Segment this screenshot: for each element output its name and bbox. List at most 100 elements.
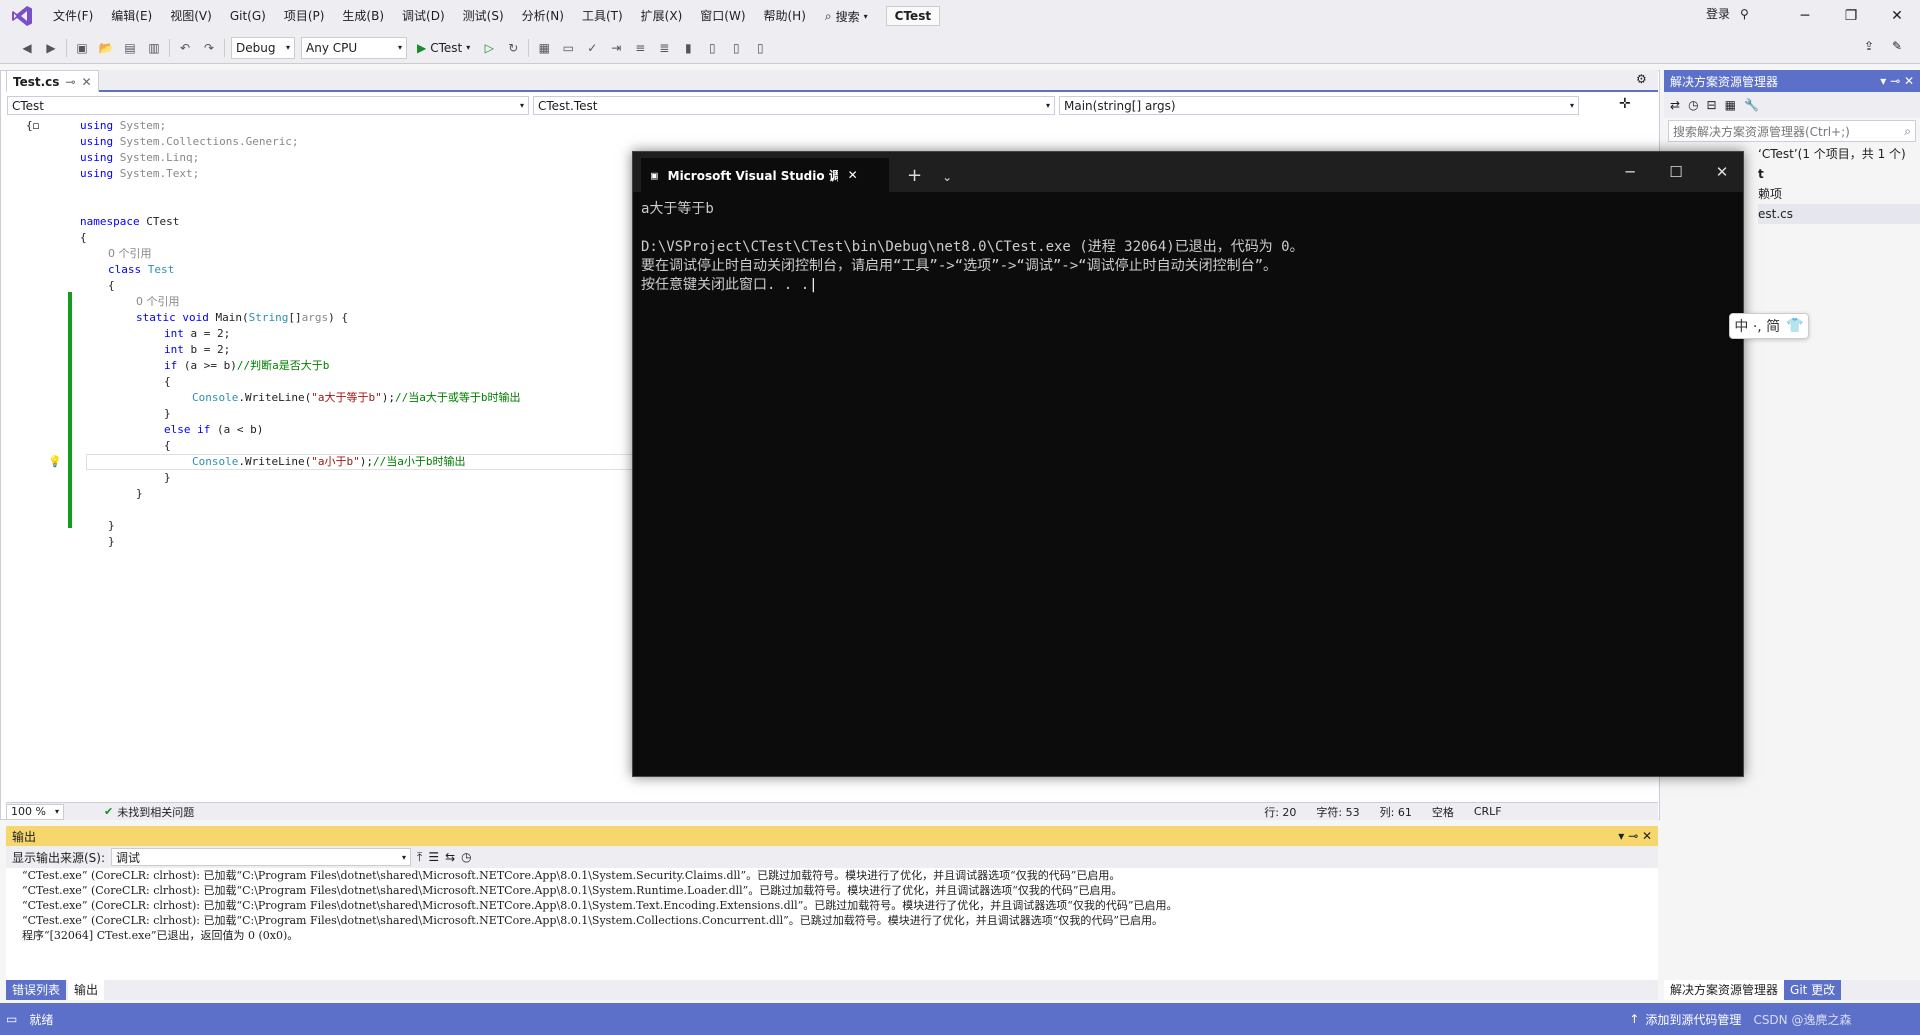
properties-icon[interactable]: 🔧 [1744, 98, 1759, 112]
new-project-icon[interactable]: ▣ [73, 39, 91, 57]
account-icon[interactable]: ⚲ [1740, 0, 1749, 32]
lightbulb-icon[interactable]: 💡 [48, 454, 62, 470]
console-maximize-button[interactable]: ☐ [1653, 152, 1699, 192]
tab-git-changes[interactable]: Git 更改 [1784, 980, 1842, 1000]
menu-item[interactable]: 项目(P) [275, 0, 334, 32]
clock-icon[interactable]: ◷ [461, 850, 471, 864]
menu-item[interactable]: 测试(S) [454, 0, 513, 32]
tab-test-cs[interactable]: Test.cs ⊸ ✕ [6, 70, 99, 92]
menu-item[interactable]: 调试(D) [393, 0, 454, 32]
file-node-test-cs[interactable]: est.cs [1758, 204, 1920, 224]
bookmark-icon[interactable]: ▮ [679, 39, 697, 57]
platform-value: Any CPU [306, 40, 358, 55]
tab-solution-explorer[interactable]: 解决方案资源管理器 [1664, 980, 1785, 1000]
save-icon[interactable]: ▤ [121, 39, 139, 57]
project-dropdown[interactable]: CTest ▾ [7, 96, 529, 115]
console-line: D:\VSProject\CTest\CTest\bin\Debug\net8.… [641, 239, 1304, 255]
start-without-debugging-icon[interactable]: ▷ [480, 39, 498, 57]
output-source-select[interactable]: 调试 ▾ [111, 848, 412, 866]
tab-output[interactable]: 输出 [68, 980, 105, 1000]
debug-console-window[interactable]: ▣ Microsoft Visual Studio 调试控 ✕ + ⌄ ─ ☐ … [632, 151, 1744, 777]
save-all-icon[interactable]: ▥ [145, 39, 163, 57]
notification-icon[interactable]: ▭ [6, 1012, 17, 1026]
sync-icon[interactable]: ⇄ [1670, 98, 1680, 112]
panel-title: 解决方案资源管理器 [1670, 74, 1779, 89]
split-window-icon[interactable]: ✛ [1619, 96, 1631, 116]
dependencies-node[interactable]: 赖项 [1758, 184, 1920, 204]
minimize-button[interactable]: ─ [1782, 0, 1828, 32]
menu-item[interactable]: 扩展(X) [632, 0, 692, 32]
codelens-references[interactable]: 0 个引用 [108, 246, 152, 262]
pin-icon[interactable]: ⊸ [65, 75, 75, 89]
console-tab[interactable]: ▣ Microsoft Visual Studio 调试控 ✕ [641, 158, 889, 192]
forward-icon[interactable]: ▶ [42, 39, 60, 57]
comment-icon[interactable]: ≡ [631, 39, 649, 57]
clear-all-icon[interactable]: ☰ [428, 850, 439, 864]
configuration-select[interactable]: Debug ▾ [231, 36, 295, 59]
close-tab-icon[interactable]: ✕ [848, 168, 858, 182]
hot-reload-icon[interactable]: ↻ [504, 39, 522, 57]
member-dropdown[interactable]: Main(string[] args) ▾ [1059, 96, 1579, 115]
undo-icon[interactable]: ↶ [176, 39, 194, 57]
word-wrap-icon[interactable]: ⇆ [445, 850, 455, 864]
login-label[interactable]: 登录 [1706, 0, 1730, 32]
restore-button[interactable]: ❐ [1828, 0, 1874, 32]
chevron-down-icon: ▾ [1569, 101, 1574, 110]
settings-gear-icon[interactable]: ⚙ [1636, 72, 1647, 86]
tab-error-list[interactable]: 错误列表 [6, 980, 67, 1000]
close-icon[interactable]: ✕ [82, 75, 92, 89]
show-all-icon[interactable]: ▦ [1725, 98, 1736, 112]
menu-item[interactable]: 生成(B) [333, 0, 393, 32]
output-header: 输出 ▾ ⊸ ✕ [6, 826, 1658, 846]
whitespace-mode[interactable]: 空格 [1432, 804, 1454, 820]
type-dropdown[interactable]: CTest.Test ▾ [533, 96, 1055, 115]
layout-icon[interactable]: ▭ [559, 39, 577, 57]
ime-indicator[interactable]: 中 ·, 简 👕 [1729, 313, 1809, 339]
bookmark-clear-icon[interactable]: ▯ [751, 39, 769, 57]
line-ending[interactable]: CRLF [1474, 805, 1502, 818]
collapse-icon[interactable]: ⊟ [1707, 98, 1717, 112]
chevron-down-icon: ▾ [863, 11, 868, 21]
panel-controls[interactable]: ▾ ⊸ ✕ [1618, 829, 1652, 843]
menu-item[interactable]: 窗口(W) [691, 0, 754, 32]
menu-item[interactable]: 编辑(E) [102, 0, 161, 32]
back-icon[interactable]: ◀ [18, 39, 36, 57]
start-debugging-button[interactable]: ▶ CTest ▾ [413, 41, 474, 55]
console-minimize-button[interactable]: ─ [1607, 152, 1653, 192]
platform-select[interactable]: Any CPU ▾ [301, 36, 407, 59]
step-icon[interactable]: ⇥ [607, 39, 625, 57]
share-icon[interactable]: ⇪ [1864, 39, 1874, 53]
output-text[interactable]: “CTest.exe” (CoreCLR: clrhost): 已加载“C:\P… [6, 868, 1658, 943]
close-window-button[interactable]: ✕ [1874, 0, 1920, 32]
history-icon[interactable]: ◷ [1688, 98, 1698, 112]
codelens-references[interactable]: 0 个引用 [136, 294, 180, 310]
solution-search-input[interactable]: 搜索解决方案资源管理器(Ctrl+;) ⌕ [1668, 120, 1916, 142]
zoom-select[interactable]: 100 % ▾ [6, 803, 64, 820]
chevron-down-icon[interactable]: ⌄ [942, 170, 952, 184]
solution-node[interactable]: ‘CTest’(1 个项目，共 1 个) [1758, 144, 1920, 164]
issues-status[interactable]: 未找到相关问题 [117, 804, 194, 820]
project-node[interactable]: t [1758, 164, 1920, 184]
bookmark-next-icon[interactable]: ▯ [727, 39, 745, 57]
menu-item[interactable]: 帮助(H) [755, 0, 815, 32]
menu-item[interactable]: 视图(V) [161, 0, 221, 32]
login-area[interactable]: 登录 ⚲ [1706, 0, 1749, 32]
panel-controls[interactable]: ▾ ⊸ ✕ [1880, 74, 1914, 88]
add-to-source-control[interactable]: 添加到源代码管理 [1645, 1011, 1741, 1028]
console-close-button[interactable]: ✕ [1699, 152, 1745, 192]
output-source-value: 调试 [116, 850, 141, 865]
search-button[interactable]: ⌕ 搜索 ▾ [815, 0, 878, 32]
new-tab-icon[interactable]: + [907, 165, 922, 186]
bookmark-prev-icon[interactable]: ▯ [703, 39, 721, 57]
open-folder-icon[interactable]: 📂 [97, 39, 115, 57]
menu-item[interactable]: 工具(T) [573, 0, 632, 32]
feedback-icon[interactable]: ✎ [1892, 39, 1902, 53]
menu-item[interactable]: 分析(N) [513, 0, 573, 32]
uncomment-icon[interactable]: ≣ [655, 39, 673, 57]
find-icon[interactable]: ⤒ [417, 850, 422, 865]
menu-item[interactable]: 文件(F) [44, 0, 102, 32]
redo-icon[interactable]: ↷ [200, 39, 218, 57]
check-icon[interactable]: ✓ [583, 39, 601, 57]
browse-icon[interactable]: ▦ [535, 39, 553, 57]
menu-item[interactable]: Git(G) [221, 0, 275, 32]
